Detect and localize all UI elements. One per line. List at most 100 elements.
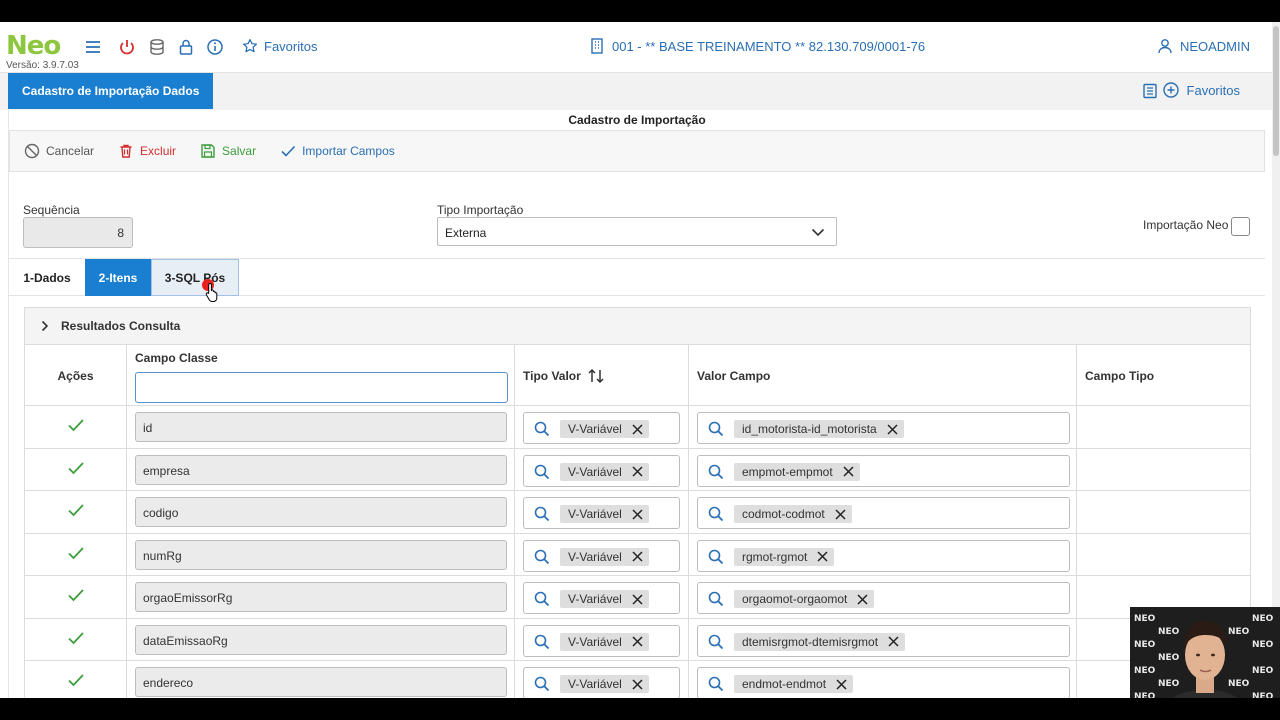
search-icon[interactable] (534, 591, 550, 607)
campo-classe-field[interactable]: dataEmissaoRg (135, 624, 507, 655)
favorites-link[interactable]: Favoritos (242, 38, 317, 54)
header-tipo-valor[interactable]: Tipo Valor (515, 345, 689, 406)
search-icon[interactable] (708, 421, 724, 437)
menu-icon[interactable] (84, 38, 102, 56)
check-icon[interactable] (67, 417, 85, 433)
search-icon[interactable] (708, 549, 724, 565)
tipo-valor-lookup[interactable]: V-Variável (523, 667, 680, 698)
campo-classe-field[interactable]: empresa (135, 454, 507, 485)
tipo-valor-lookup[interactable]: V-Variável (523, 582, 680, 614)
close-icon[interactable] (835, 508, 846, 520)
search-icon[interactable] (534, 464, 550, 480)
search-icon[interactable] (534, 676, 550, 692)
campo-classe-field[interactable]: numRg (135, 539, 507, 570)
check-icon[interactable] (67, 502, 85, 518)
page-scrollbar[interactable] (1272, 22, 1280, 698)
campo-classe-filter-input[interactable] (135, 372, 508, 403)
tipo-valor-lookup[interactable]: V-Variável (523, 539, 680, 572)
valor-campo-lookup[interactable]: dtemisrgmot-dtemisrgmot (697, 624, 1070, 657)
confirm-action[interactable] (67, 460, 85, 481)
sequence-field[interactable]: 8 (23, 217, 133, 248)
confirm-action[interactable] (67, 545, 85, 566)
valor-campo-lookup[interactable]: id_motorista-id_motorista (697, 412, 1070, 444)
import-fields-button[interactable]: Importar Campos (280, 143, 395, 159)
tab-dados[interactable]: 1-Dados (9, 259, 85, 296)
search-icon[interactable] (708, 591, 724, 607)
close-icon[interactable] (817, 551, 828, 562)
chevron-right-icon[interactable] (39, 320, 51, 332)
valor-campo-chip: dtemisrgmot-dtemisrgmot (734, 632, 906, 651)
campo-classe-field[interactable]: codigo (135, 497, 507, 527)
sort-icon[interactable] (587, 368, 605, 384)
delete-button[interactable]: Excluir (118, 143, 176, 159)
close-icon[interactable] (888, 636, 899, 647)
confirm-action[interactable] (67, 630, 85, 651)
close-icon[interactable] (857, 593, 868, 605)
search-icon[interactable] (708, 634, 724, 650)
tab-itens[interactable]: 2-Itens (85, 259, 151, 296)
search-icon[interactable] (534, 421, 550, 437)
tipo-valor-lookup[interactable]: V-Variável (523, 412, 680, 444)
power-icon[interactable] (118, 38, 136, 56)
search-icon[interactable] (708, 676, 724, 692)
company-selector[interactable]: 001 - ** BASE TREINAMENTO ** 82.130.709/… (590, 38, 925, 54)
database-icon[interactable] (148, 38, 166, 56)
valor-campo-lookup[interactable]: rgmot-rgmot (697, 539, 1070, 572)
info-icon[interactable] (206, 38, 224, 56)
close-icon[interactable] (632, 423, 643, 435)
close-icon[interactable] (632, 466, 643, 477)
document-icon[interactable] (1142, 83, 1158, 99)
close-icon[interactable] (632, 678, 643, 690)
tipo-valor-lookup[interactable]: V-Variável (523, 454, 680, 487)
check-icon[interactable] (67, 630, 85, 646)
confirm-action[interactable] (67, 417, 85, 438)
close-icon[interactable] (632, 508, 643, 520)
valor-campo-lookup[interactable]: empmot-empmot (697, 454, 1070, 487)
confirm-action[interactable] (67, 587, 85, 608)
check-icon[interactable] (67, 545, 85, 561)
valor-campo-chip: rgmot-rgmot (734, 547, 835, 566)
results-section-header[interactable]: Resultados Consulta (24, 307, 1251, 345)
tipo-valor-lookup[interactable]: V-Variável (523, 497, 680, 529)
close-icon[interactable] (843, 466, 854, 477)
table-row: empresa V-Variável empmot-empmot (25, 448, 1250, 491)
confirm-action[interactable] (67, 502, 85, 523)
close-icon[interactable] (887, 423, 898, 435)
confirm-action[interactable] (67, 672, 85, 693)
valor-campo-lookup[interactable]: orgaomot-orgaomot (697, 582, 1070, 614)
chevron-down-icon[interactable] (810, 224, 826, 240)
valor-campo-lookup[interactable]: endmot-endmot (697, 667, 1070, 698)
valor-campo-lookup[interactable]: codmot-codmot (697, 497, 1070, 529)
tab-sql-pos[interactable]: 3-SQL Pós (151, 259, 239, 296)
check-icon[interactable] (67, 587, 85, 603)
search-icon[interactable] (534, 634, 550, 650)
page-tab-title[interactable]: Cadastro de Importação Dados (8, 73, 214, 109)
campo-classe-field[interactable]: endereco (135, 667, 507, 697)
building-icon (591, 38, 603, 54)
search-icon[interactable] (708, 506, 724, 522)
campo-classe-field[interactable]: id (135, 412, 507, 442)
check-icon[interactable] (67, 460, 85, 476)
header-campo-classe[interactable]: Campo Classe (127, 345, 515, 406)
close-icon[interactable] (632, 636, 643, 647)
search-icon[interactable] (708, 464, 724, 480)
add-favorite-button[interactable]: Favoritos (1162, 82, 1240, 98)
tipo-valor-lookup[interactable]: V-Variável (523, 624, 680, 657)
close-icon[interactable] (632, 551, 643, 562)
campo-classe-field[interactable]: orgaoEmissorRg (135, 582, 507, 612)
neo-import-checkbox[interactable] (1231, 217, 1250, 236)
svg-text:NEO: NEO (1252, 692, 1274, 698)
scrollbar-thumb[interactable] (1273, 26, 1279, 156)
search-icon[interactable] (534, 549, 550, 565)
save-button[interactable]: Salvar (200, 143, 256, 159)
close-icon[interactable] (632, 593, 643, 605)
close-icon[interactable] (836, 678, 847, 690)
user-menu[interactable]: NEOADMIN (1157, 38, 1250, 54)
check-icon[interactable] (67, 672, 85, 688)
cancel-button[interactable]: Cancelar (24, 143, 94, 159)
svg-text:NEO: NEO (1158, 653, 1180, 663)
lock-icon[interactable] (177, 38, 195, 56)
neo-logo[interactable]: Neo (6, 32, 61, 60)
search-icon[interactable] (534, 506, 550, 522)
import-type-select[interactable]: Externa (437, 217, 837, 246)
